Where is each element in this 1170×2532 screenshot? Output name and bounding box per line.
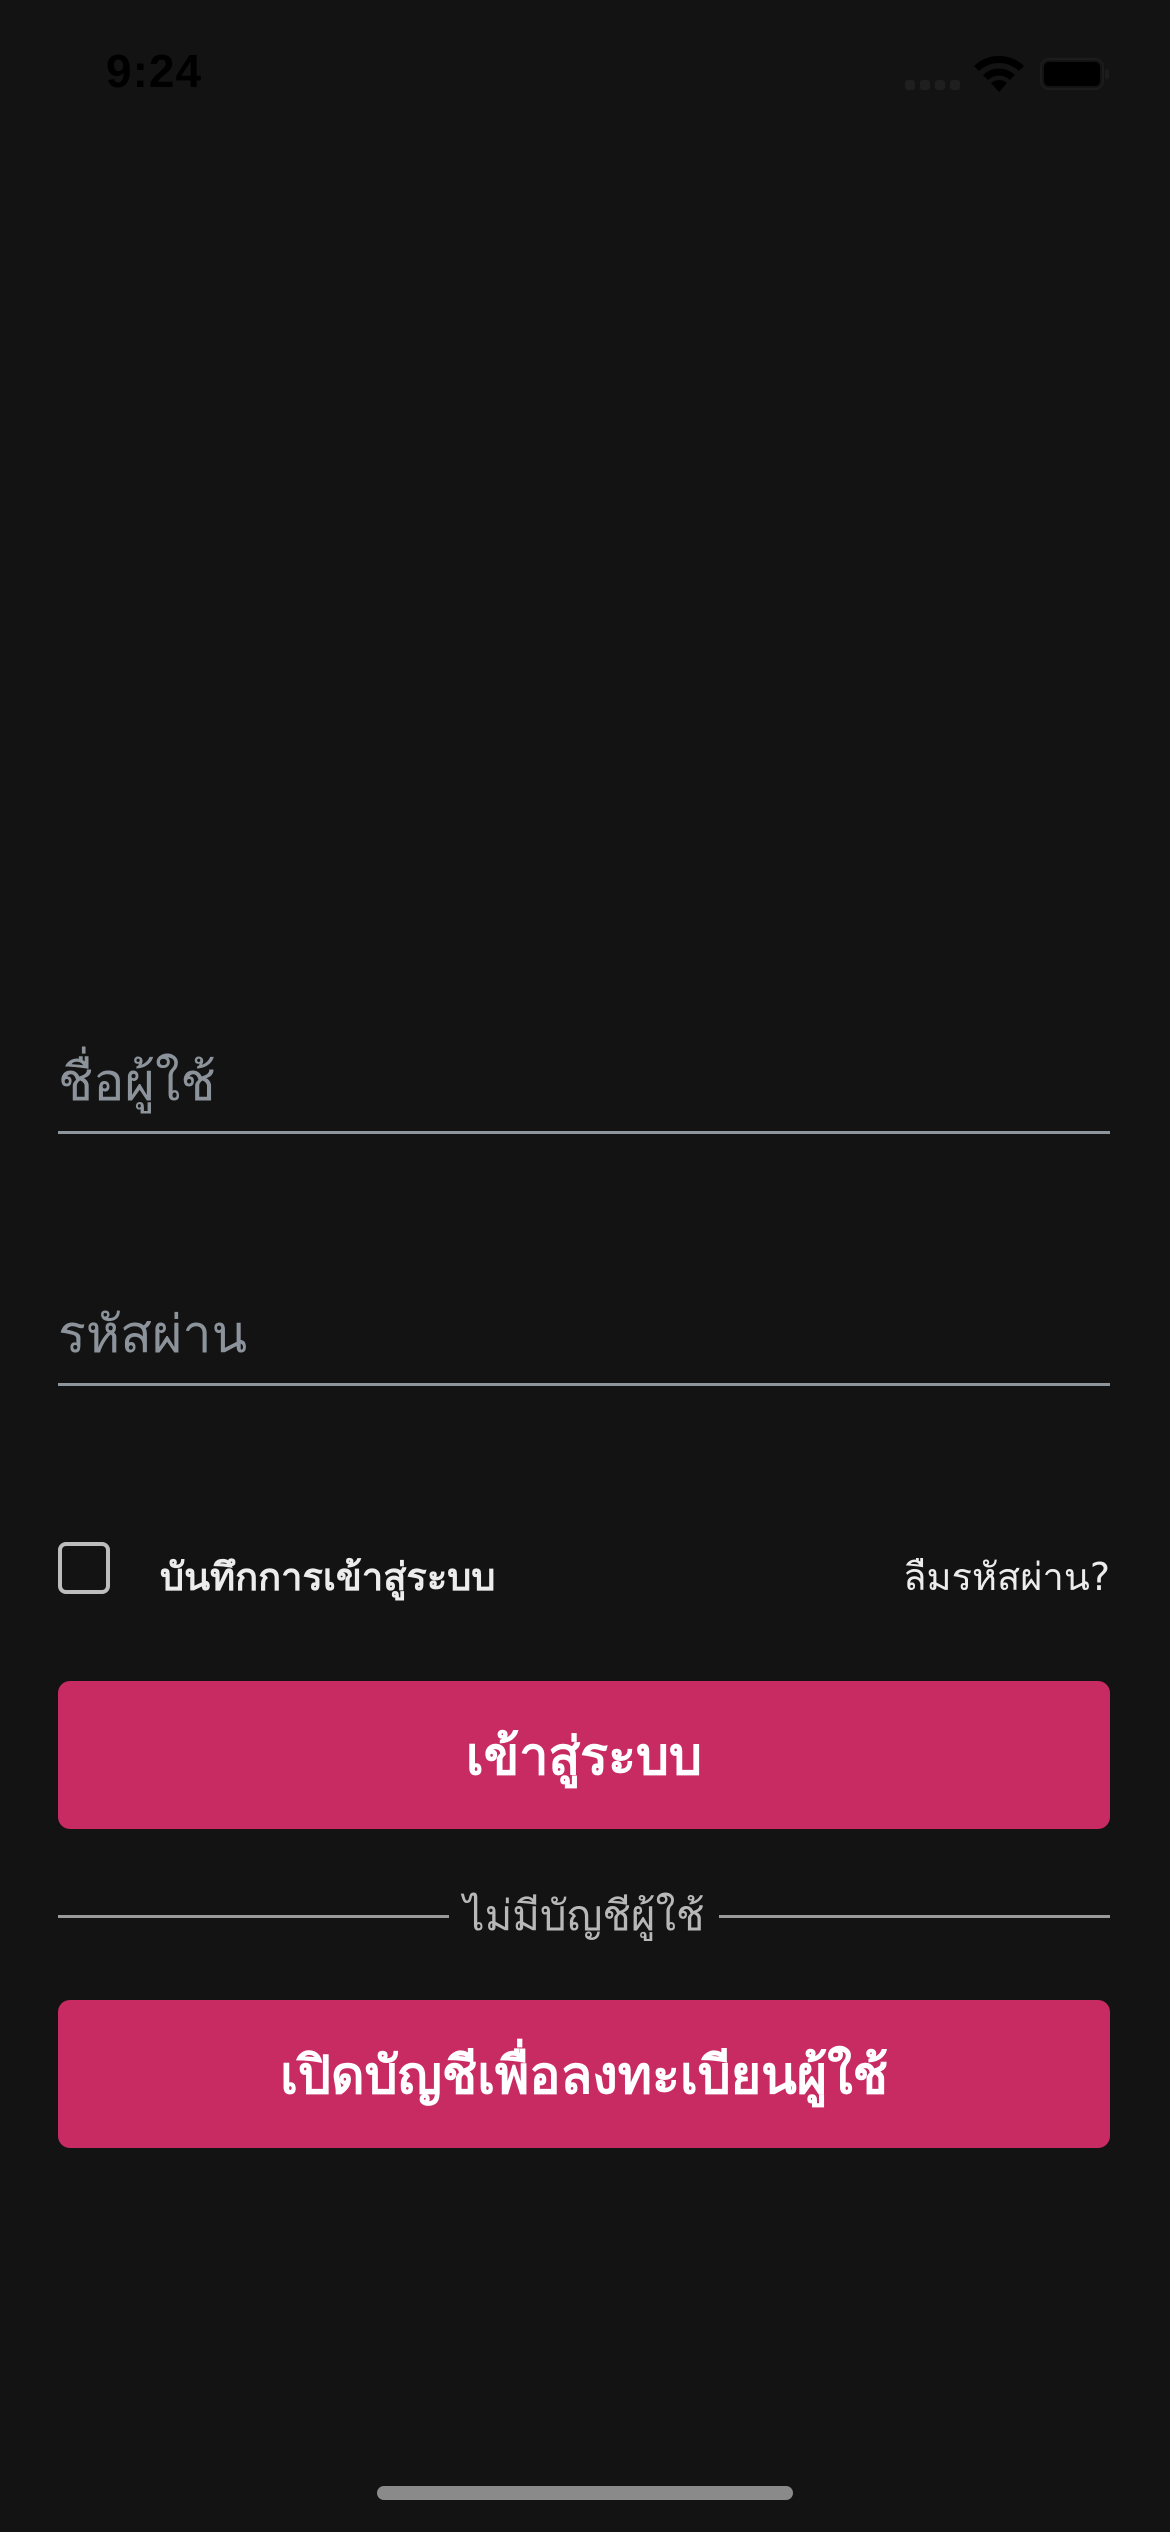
- divider-line-left: [58, 1914, 450, 1918]
- remember-label[interactable]: บันทึกการเข้าสู่ระบบ: [160, 1546, 495, 1607]
- divider-line-right: [718, 1914, 1111, 1918]
- home-indicator[interactable]: [377, 2486, 793, 2500]
- password-field[interactable]: [58, 1286, 1110, 1386]
- signal-icon: [905, 80, 961, 90]
- username-field[interactable]: [58, 1034, 1110, 1134]
- divider-text: ไม่มีบัญชีผู้ใช้: [463, 1891, 705, 1940]
- login-button[interactable]: เข้าสู่ระบบ: [58, 1681, 1110, 1829]
- forgot-password-link[interactable]: ลืมรหัสผ่าน?: [903, 1546, 1110, 1607]
- status-time: 9:24: [106, 45, 203, 97]
- wifi-icon: [974, 55, 1024, 92]
- remember-checkbox[interactable]: [58, 1542, 110, 1594]
- register-button[interactable]: เปิดบัญชีเพื่อลงทะเบียนผู้ใช้: [58, 2000, 1110, 2148]
- login-screen: 9:24 บันทึกการเข้าสู่ระบบ ลืมรหัสผ่าน? เ…: [0, 0, 1170, 2532]
- battery-icon: [1040, 58, 1109, 90]
- divider: ไม่มีบัญชีผู้ใช้: [58, 1886, 1111, 1946]
